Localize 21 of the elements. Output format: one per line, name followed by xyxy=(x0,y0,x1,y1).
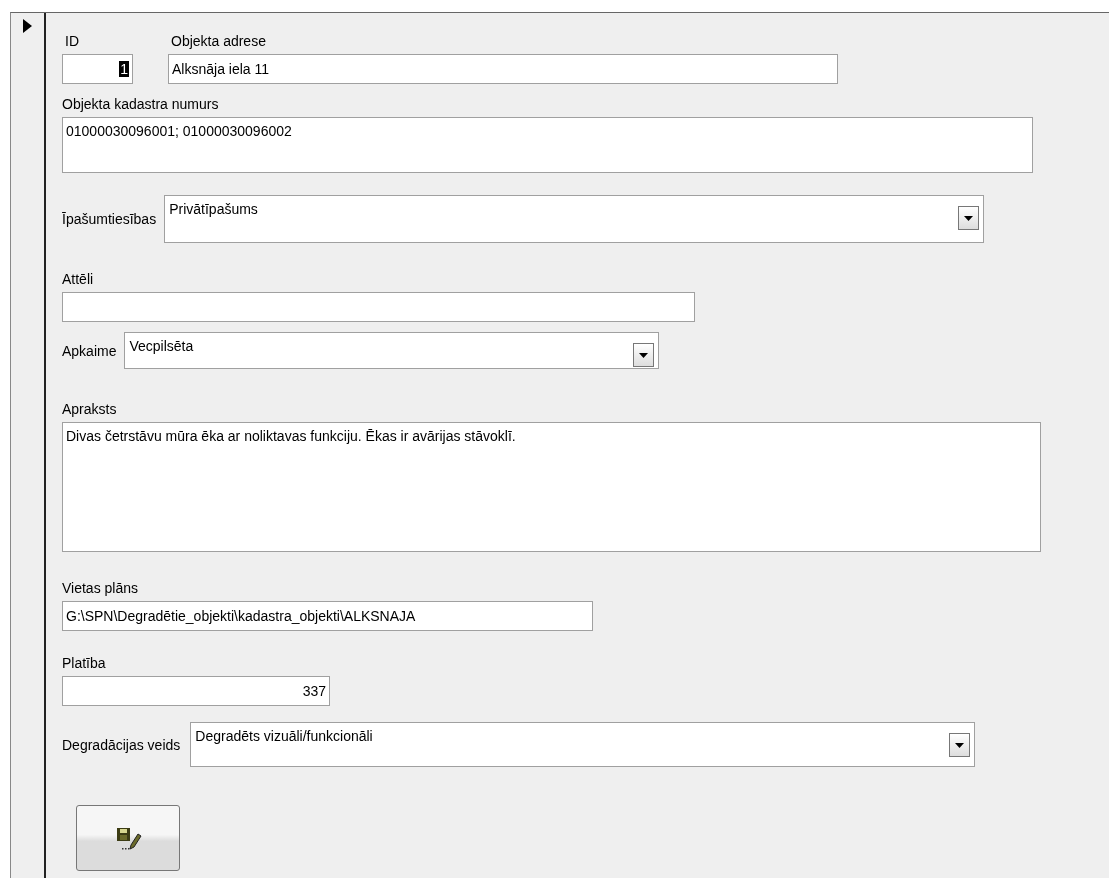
degradation-dropdown[interactable]: Degradēts vizuāli/funkcionāli xyxy=(190,722,976,767)
field-label: Attēli xyxy=(62,271,94,287)
field-label: Īpašumtiesības xyxy=(62,211,157,227)
description-field[interactable]: Divas četrstāvu mūra ēka ar noliktavas funkciju. Ēkas ir avārijas stāvoklī. xyxy=(62,422,1041,552)
field-label: ID xyxy=(65,33,79,49)
id-field[interactable]: 1 xyxy=(62,54,133,84)
field-label: Platība xyxy=(62,655,106,671)
field-label: Apraksts xyxy=(62,401,117,417)
address-field[interactable]: Alksnāja iela 11 xyxy=(168,54,838,84)
site-plan-field[interactable]: G:\SPN\Degradētie_objekti\kadastra_objekti\ALKSNAJA xyxy=(62,601,593,631)
field-label: Objekta adrese xyxy=(171,33,266,49)
field-label: Vietas plāns xyxy=(62,580,138,596)
neighbourhood-dropdown[interactable]: Vecpilsēta xyxy=(124,332,660,369)
cadastre-field[interactable]: 01000030096001; 01000030096002 xyxy=(62,117,1033,173)
ownership-dropdown[interactable]: Privātīpašums xyxy=(164,195,985,243)
images-field[interactable] xyxy=(62,292,695,322)
save-button[interactable] xyxy=(76,805,180,871)
field-label: Apkaime xyxy=(62,342,117,359)
field-label: Objekta kadastra numurs xyxy=(62,96,219,112)
area-field[interactable]: 337 xyxy=(62,676,330,706)
field-label: Degradācijas veids xyxy=(62,736,181,753)
